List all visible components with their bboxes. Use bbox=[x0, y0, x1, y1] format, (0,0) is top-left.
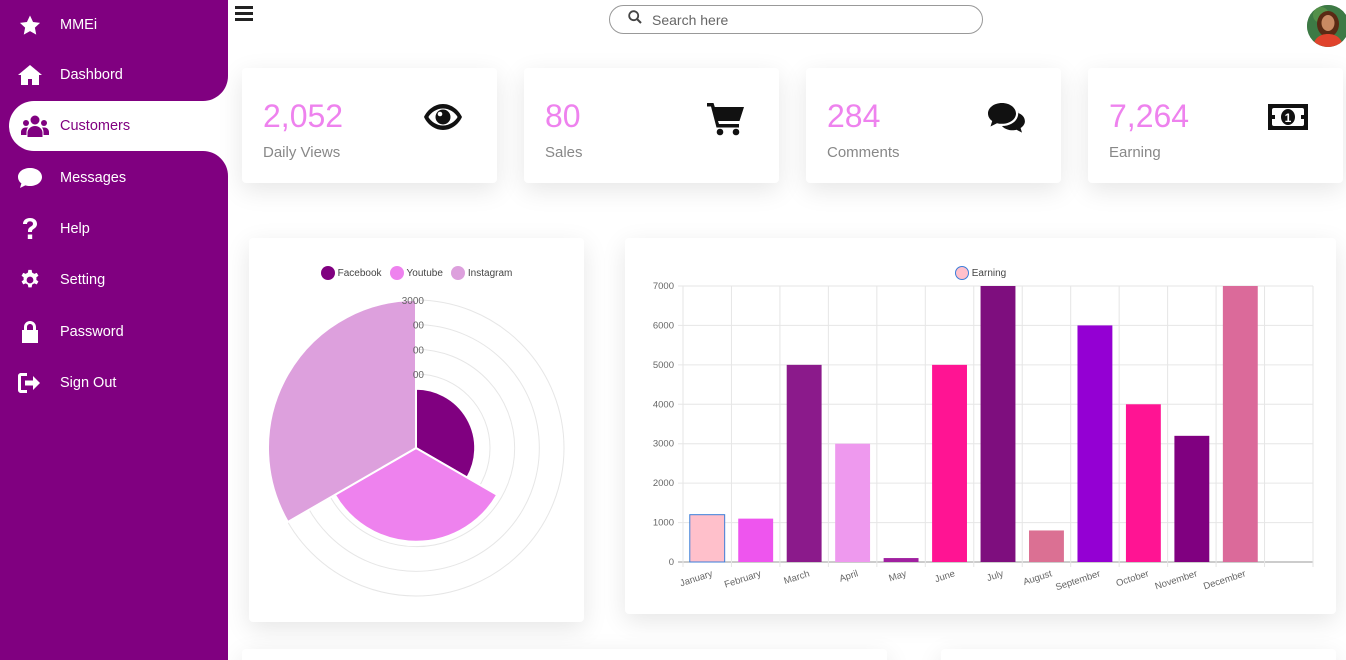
sidebar-item-dashbord[interactable]: Dashbord bbox=[0, 50, 228, 100]
y-tick-label: 2000 bbox=[653, 478, 674, 489]
y-tick-label: 3000 bbox=[653, 439, 674, 450]
eye-icon bbox=[423, 102, 463, 137]
gear-icon bbox=[0, 269, 60, 291]
menu-toggle-button[interactable] bbox=[235, 6, 253, 22]
polar-tick-label: 00 bbox=[413, 345, 425, 356]
users-icon bbox=[9, 115, 60, 137]
sidebar-item-label: Setting bbox=[60, 272, 106, 288]
stat-number: 7,264 bbox=[1109, 98, 1190, 134]
recent-customers-panel bbox=[941, 649, 1336, 660]
bar-may[interactable] bbox=[883, 558, 919, 562]
money-icon: 1 bbox=[1267, 102, 1309, 137]
y-tick-label: 1000 bbox=[653, 518, 674, 529]
bar-december[interactable] bbox=[1222, 286, 1258, 562]
sidebar: MMEi Dashbord Customers Messages Help Se… bbox=[0, 0, 228, 660]
search-box bbox=[609, 5, 983, 34]
stat-number: 80 bbox=[545, 98, 581, 134]
sidebar-item-messages[interactable]: Messages bbox=[0, 153, 228, 203]
bar-april[interactable] bbox=[835, 443, 871, 562]
earning-bar-chart-panel: Earning 0 1000 2000 3000 4000 5000 6000 7000 Jan… bbox=[625, 238, 1336, 614]
sidebar-item-setting[interactable]: Setting bbox=[0, 255, 228, 305]
stat-card-comments[interactable]: 284 Comments bbox=[806, 68, 1061, 183]
y-tick-label: 4000 bbox=[653, 399, 674, 410]
bar-october[interactable] bbox=[1125, 404, 1161, 562]
avatar[interactable] bbox=[1307, 5, 1346, 47]
stat-label: Comments bbox=[827, 144, 900, 161]
sidebar-brand-mmei[interactable]: MMEi bbox=[0, 0, 228, 50]
x-tick-label: February bbox=[723, 568, 763, 590]
sidebar-item-password[interactable]: Password bbox=[0, 307, 228, 357]
x-tick-label: May bbox=[888, 568, 909, 584]
x-tick-label: November bbox=[1154, 568, 1199, 592]
y-tick-label: 0 bbox=[669, 557, 674, 568]
x-tick-label: October bbox=[1115, 568, 1151, 589]
x-tick-label: September bbox=[1054, 568, 1102, 593]
stat-card-daily-views[interactable]: 2,052 Daily Views bbox=[242, 68, 497, 183]
sidebar-item-label: Password bbox=[60, 324, 124, 340]
sidebar-item-label: Help bbox=[60, 221, 90, 237]
x-tick-label: April bbox=[838, 568, 859, 584]
sidebar-item-label: Dashbord bbox=[60, 67, 123, 83]
sidebar-item-label: MMEi bbox=[60, 17, 98, 33]
y-tick-label: 6000 bbox=[653, 320, 674, 331]
stat-label: Sales bbox=[545, 144, 583, 161]
search-input[interactable] bbox=[652, 11, 952, 28]
bar-january[interactable] bbox=[689, 514, 726, 563]
sidebar-item-customers[interactable]: Customers bbox=[9, 101, 228, 151]
x-tick-label: December bbox=[1202, 568, 1247, 592]
polar-area-chart: 3000 00 00 00 bbox=[267, 296, 565, 597]
sidebar-item-label: Customers bbox=[60, 118, 131, 134]
stat-number: 2,052 bbox=[263, 98, 344, 134]
bar-november[interactable] bbox=[1174, 435, 1210, 562]
star-icon bbox=[0, 14, 60, 37]
cart-icon bbox=[707, 102, 745, 141]
bar-march[interactable] bbox=[786, 364, 822, 562]
home-icon bbox=[0, 65, 60, 85]
earning-bar-chart: 0 1000 2000 3000 4000 5000 6000 7000 January Febr… bbox=[653, 281, 1314, 593]
bar-june[interactable] bbox=[932, 364, 967, 562]
chat-icon bbox=[0, 167, 60, 189]
stat-label: Daily Views bbox=[263, 144, 341, 161]
recent-orders-panel bbox=[242, 649, 887, 660]
x-tick-label: June bbox=[933, 568, 956, 585]
sign-out-icon bbox=[0, 373, 60, 393]
stat-label: Earning bbox=[1109, 144, 1161, 161]
social-polar-chart-panel: Facebook Youtube Instagram 3000 00 00 00 bbox=[249, 238, 584, 622]
x-tick-label: July bbox=[985, 568, 1005, 584]
sidebar-item-label: Sign Out bbox=[60, 375, 117, 391]
y-tick-label: 7000 bbox=[653, 281, 674, 292]
polar-tick-label: 3000 bbox=[402, 296, 425, 307]
svg-text:1: 1 bbox=[1285, 111, 1292, 125]
y-tick-label: 5000 bbox=[653, 360, 674, 371]
bar-august[interactable] bbox=[1029, 530, 1064, 562]
polar-tick-label: 00 bbox=[413, 321, 425, 332]
stat-number: 284 bbox=[827, 98, 881, 134]
bar-february[interactable] bbox=[738, 518, 774, 562]
x-tick-label: March bbox=[783, 568, 812, 587]
comments-icon bbox=[987, 102, 1027, 139]
x-tick-label: January bbox=[679, 568, 715, 589]
stat-card-earning[interactable]: 7,264 Earning 1 bbox=[1088, 68, 1343, 183]
bar-july[interactable] bbox=[980, 286, 1016, 562]
search-icon bbox=[628, 10, 642, 29]
sidebar-item-help[interactable]: Help bbox=[0, 204, 228, 254]
x-tick-label: August bbox=[1022, 568, 1054, 588]
question-icon bbox=[0, 218, 60, 240]
lock-icon bbox=[0, 321, 60, 343]
bar-september[interactable] bbox=[1077, 325, 1113, 562]
stat-card-sales[interactable]: 80 Sales bbox=[524, 68, 779, 183]
sidebar-item-label: Messages bbox=[60, 170, 127, 186]
polar-tick-label: 00 bbox=[413, 370, 425, 381]
sidebar-item-sign-out[interactable]: Sign Out bbox=[0, 358, 228, 408]
